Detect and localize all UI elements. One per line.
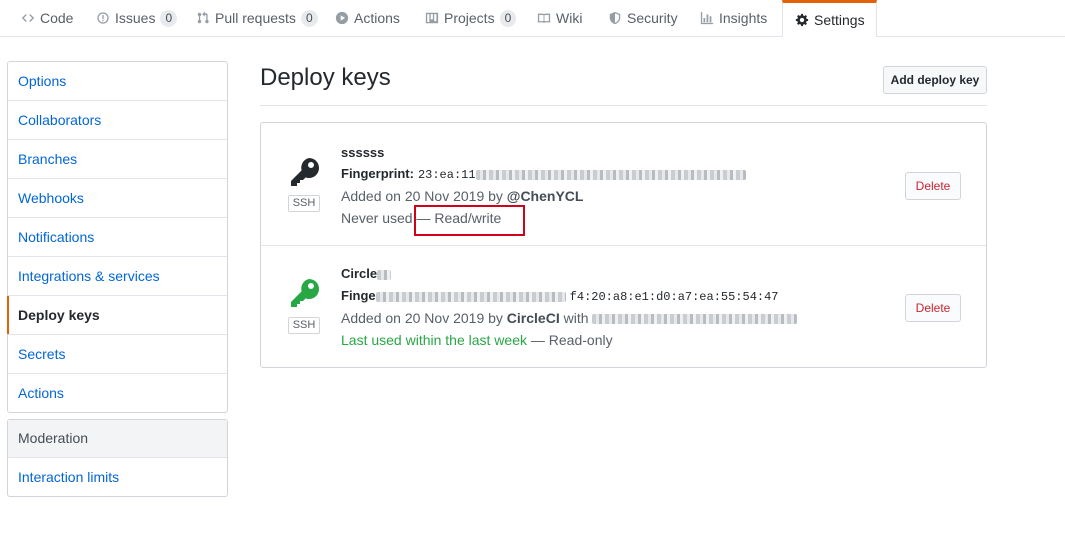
code-icon: [20, 10, 36, 26]
tab-label: Issues: [115, 10, 156, 26]
moderation-sidebar: Moderation Interaction limits: [7, 419, 228, 497]
usage-text: Never used: [341, 210, 413, 226]
ssh-badge: SSH: [288, 317, 320, 334]
fingerprint-value: 23:ea:11: [417, 168, 476, 182]
divider: [260, 105, 987, 106]
fingerprint-label: Fingerprint:: [341, 166, 414, 181]
usage-text: Last used within the last week: [341, 332, 527, 348]
key-fingerprint: Fingerprint: 23:ea:11: [341, 166, 746, 182]
issue-icon: [95, 10, 111, 26]
book-icon: [536, 10, 552, 26]
tab-label: Insights: [719, 10, 768, 26]
sidebar-item-secrets[interactable]: Secrets: [8, 335, 227, 374]
key-added-info: Added on 20 Nov 2019 by CircleCI with: [341, 310, 798, 326]
key-icon: [289, 277, 321, 309]
graph-icon: [699, 10, 715, 26]
tab-label: Actions: [354, 10, 400, 26]
key-title: Circle: [341, 266, 392, 281]
shield-icon: [607, 10, 623, 26]
delete-key-button[interactable]: Delete: [905, 294, 961, 322]
count-badge: 0: [499, 9, 517, 27]
settings-sidebar: Options Collaborators Branches Webhooks …: [7, 61, 228, 413]
sidebar-item-options[interactable]: Options: [8, 62, 227, 101]
tab-label: Code: [40, 10, 74, 26]
key-added-info: Added on 20 Nov 2019 by @ChenYCL: [341, 188, 583, 204]
sidebar-item-collaborators[interactable]: Collaborators: [8, 101, 227, 140]
added-by-user[interactable]: CircleCI: [507, 310, 560, 326]
tab-label: Wiki: [556, 10, 583, 26]
key-title-text: Circle: [341, 266, 378, 281]
tab-issues[interactable]: Issues 0: [95, 0, 178, 36]
sidebar-item-interaction-limits[interactable]: Interaction limits: [8, 458, 227, 496]
tab-security[interactable]: Security: [607, 0, 678, 36]
key-fingerprint: Finge f4:20:a8:e1:d0:a7:ea:55:54:47: [341, 288, 779, 304]
added-text: Added on 20 Nov 2019 by: [341, 188, 503, 204]
tab-pull-requests[interactable]: Pull requests 0: [195, 0, 318, 36]
tab-insights[interactable]: Insights: [699, 0, 767, 36]
count-badge: 0: [160, 9, 178, 27]
deploy-key-row: SSH ssssss Fingerprint: 23:ea:11 Added on…: [261, 123, 986, 245]
fingerprint-label: Finge: [341, 288, 376, 303]
redacted-text: [592, 314, 798, 325]
sidebar-item-notifications[interactable]: Notifications: [8, 218, 227, 257]
count-badge: 0: [300, 9, 318, 27]
key-title: ssssss: [341, 145, 385, 160]
tab-label: Security: [627, 10, 678, 26]
redacted-text: [377, 269, 392, 280]
tab-label: Settings: [814, 12, 865, 28]
tab-label: Projects: [444, 10, 495, 26]
added-suffix: with: [563, 310, 589, 326]
page-title: Deploy keys: [260, 64, 391, 91]
sidebar-item-branches[interactable]: Branches: [8, 140, 227, 179]
sidebar-item-actions[interactable]: Actions: [8, 374, 227, 412]
added-by-user[interactable]: @ChenYCL: [507, 188, 584, 204]
moderation-heading: Moderation: [8, 420, 227, 458]
sidebar-item-webhooks[interactable]: Webhooks: [8, 179, 227, 218]
delete-key-button[interactable]: Delete: [905, 172, 961, 200]
gear-icon: [794, 12, 810, 28]
tab-projects[interactable]: Projects 0: [424, 0, 517, 36]
tab-wiki[interactable]: Wiki: [536, 0, 582, 36]
pull-request-icon: [195, 10, 211, 26]
redacted-text: [375, 291, 566, 302]
sidebar-item-deploy-keys[interactable]: Deploy keys: [7, 296, 227, 335]
tab-settings[interactable]: Settings: [782, 0, 877, 37]
redacted-text: [475, 169, 746, 180]
key-icon: [289, 156, 321, 188]
add-deploy-key-button[interactable]: Add deploy key: [883, 66, 987, 94]
deploy-key-row: SSH Circle Finge f4:20:a8:e1:d0:a7:ea:55:…: [261, 245, 986, 368]
annotation-highlight-box: [414, 205, 525, 236]
ssh-badge: SSH: [288, 195, 320, 212]
key-usage-info: Last used within the last week — Read-on…: [341, 332, 613, 348]
deploy-keys-list: SSH ssssss Fingerprint: 23:ea:11 Added on…: [260, 122, 987, 368]
added-text: Added on 20 Nov 2019 by: [341, 310, 503, 326]
tab-label: Pull requests: [215, 10, 296, 26]
play-icon: [334, 10, 350, 26]
tab-code[interactable]: Code: [20, 0, 73, 36]
project-icon: [424, 10, 440, 26]
fingerprint-value: f4:20:a8:e1:d0:a7:ea:55:54:47: [569, 290, 779, 304]
access-text: — Read-only: [530, 332, 613, 348]
repo-nav: Code Issues 0 Pull requests 0 Actions Pr…: [0, 0, 1065, 37]
tab-actions[interactable]: Actions: [334, 0, 400, 36]
sidebar-item-integrations[interactable]: Integrations & services: [8, 257, 227, 296]
